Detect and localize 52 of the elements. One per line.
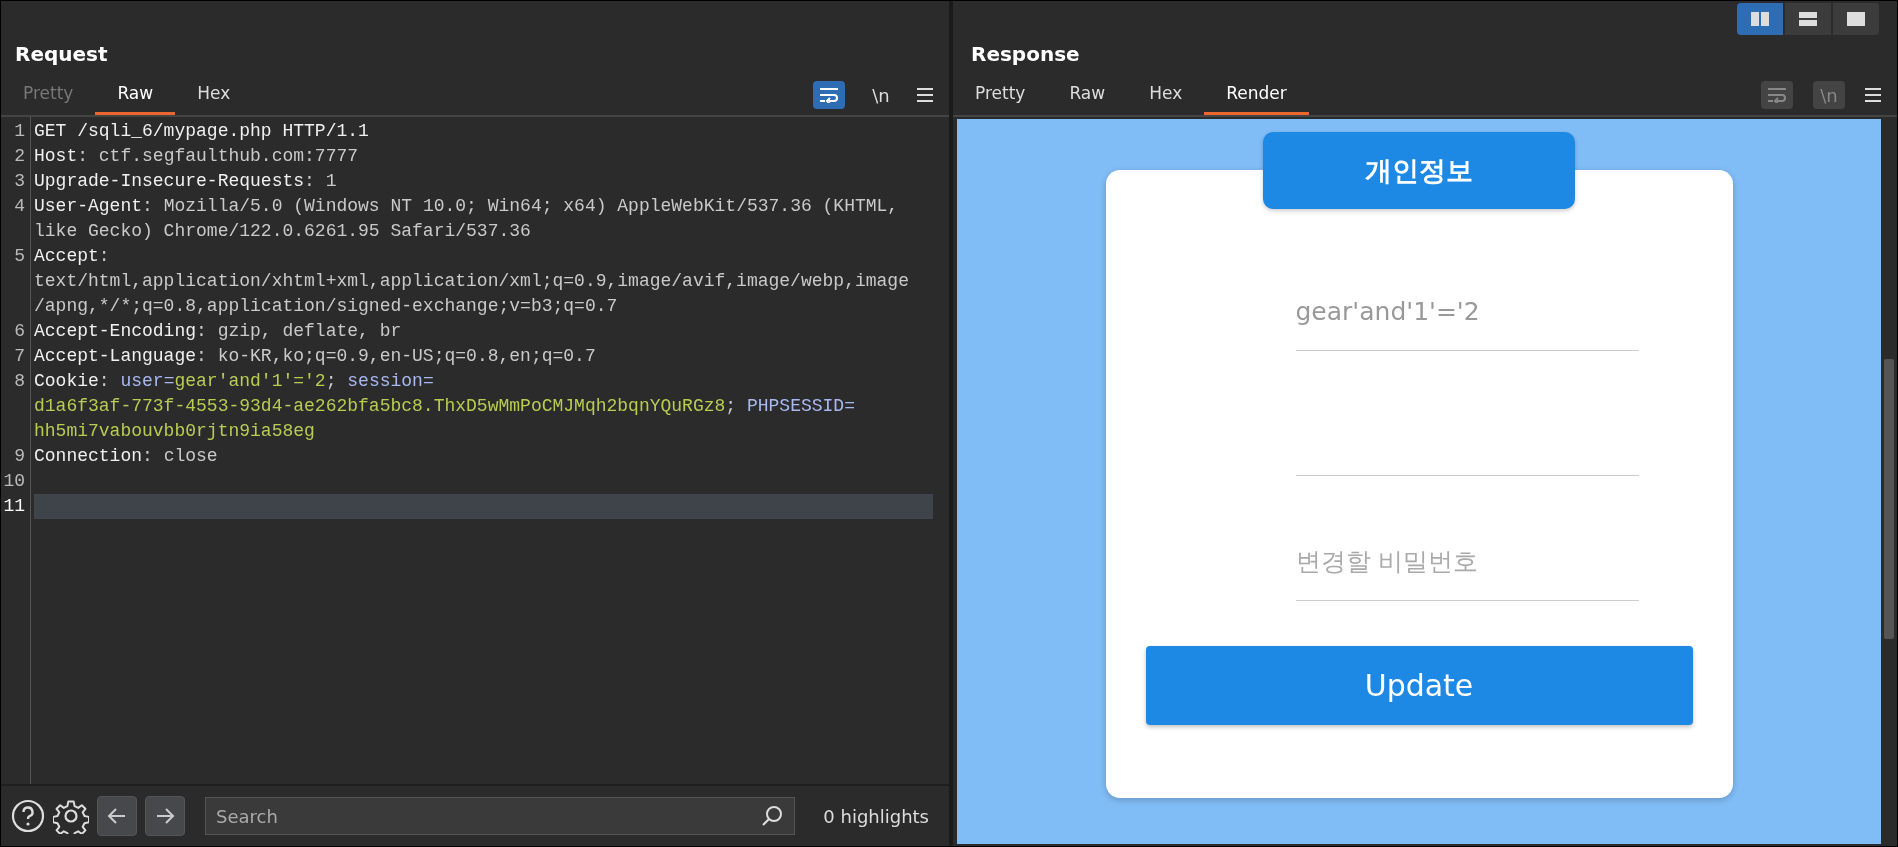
help-icon[interactable]	[11, 799, 45, 833]
line-number: 3	[13, 170, 26, 193]
line-number: 1	[13, 120, 26, 143]
tab[interactable]: Hex	[175, 75, 253, 115]
password-field[interactable]: 변경할 비밀번호	[1295, 502, 1639, 601]
menu-icon[interactable]	[917, 87, 933, 103]
tab[interactable]: Raw	[95, 75, 176, 115]
tab[interactable]: Hex	[1127, 75, 1205, 115]
layout-button[interactable]	[1785, 3, 1831, 35]
search-field[interactable]: Search	[205, 797, 796, 835]
arrow-left-icon	[107, 806, 127, 826]
layout-button[interactable]	[1833, 3, 1879, 35]
line-number: 10	[2, 470, 26, 493]
back-button[interactable]	[97, 796, 137, 836]
word-wrap-icon	[1767, 87, 1787, 103]
line-number: 9	[13, 445, 26, 468]
line-number: 5	[13, 245, 26, 268]
word-wrap-toggle[interactable]	[813, 81, 845, 109]
code-line: Upgrade-Insecure-Requests: 1	[34, 170, 338, 193]
code-line: Cookie: user=gear'and'1'='2; session= d1a6f3af-773f-4553-93d4-ae262bfa5bc8.ThxD5wMmPoCMJMqh2bqnYQuRGz8; PHPSESSID= hh5mi7vabouvbb0rjtn9ia58eg	[34, 370, 856, 443]
form-heading: 개인정보	[1263, 132, 1575, 209]
pane-title: Request	[14, 41, 108, 68]
tab[interactable]: Raw	[1047, 75, 1128, 115]
pane-title: Response	[970, 41, 1080, 68]
menu-icon[interactable]	[1865, 87, 1881, 103]
code-line: Accept-Language: ko-KR,ko;q=0.9,en-US;q=0.8,en;q=0.7	[34, 345, 597, 368]
line-number: 8	[13, 370, 26, 393]
search-icon	[761, 805, 784, 827]
code-line: GET /sqli_6/mypage.php HTTP/1.1	[34, 120, 370, 143]
line-number: 7	[13, 345, 26, 368]
code-line: Accept: text/html,application/xhtml+xml,application/xml;q=0.9,image/avif,image/webp,image /apng,*/*;q=0.8,application/signed-exchange;v=b3;q=0.7	[34, 245, 910, 318]
code-line: User-Agent: Mozilla/5.0 (Windows NT 10.0; Win64; x64) AppleWebKit/537.36 (KHTML, like Gecko) Chrome/122.0.6261.95 Safari/537.36	[34, 195, 900, 243]
highlights-count: 0 highlights	[823, 805, 929, 827]
arrow-right-icon	[155, 806, 175, 826]
code-line: Accept-Encoding: gzip, deflate, br	[34, 320, 403, 343]
settings-icon[interactable]	[53, 798, 89, 834]
word-wrap-icon	[819, 87, 839, 103]
code-line: Connection: close	[34, 445, 219, 468]
square-icon	[1846, 11, 1866, 27]
forward-button[interactable]	[145, 796, 185, 836]
two-columns-icon	[1750, 11, 1770, 27]
tab[interactable]: Pretty	[953, 75, 1048, 115]
tab[interactable]: Render	[1204, 75, 1309, 115]
line-number: 4	[13, 195, 26, 218]
newline-toggle[interactable]: \n	[865, 81, 897, 109]
code-line: Host: ctf.segfaulthub.com:7777	[34, 145, 360, 168]
line-number: 11	[2, 495, 26, 518]
two-rows-icon	[1798, 11, 1818, 27]
layout-button[interactable]	[1737, 3, 1783, 35]
line-number: 2	[13, 145, 26, 168]
update-button[interactable]: Update	[1145, 646, 1693, 725]
line-number: 6	[13, 320, 26, 343]
